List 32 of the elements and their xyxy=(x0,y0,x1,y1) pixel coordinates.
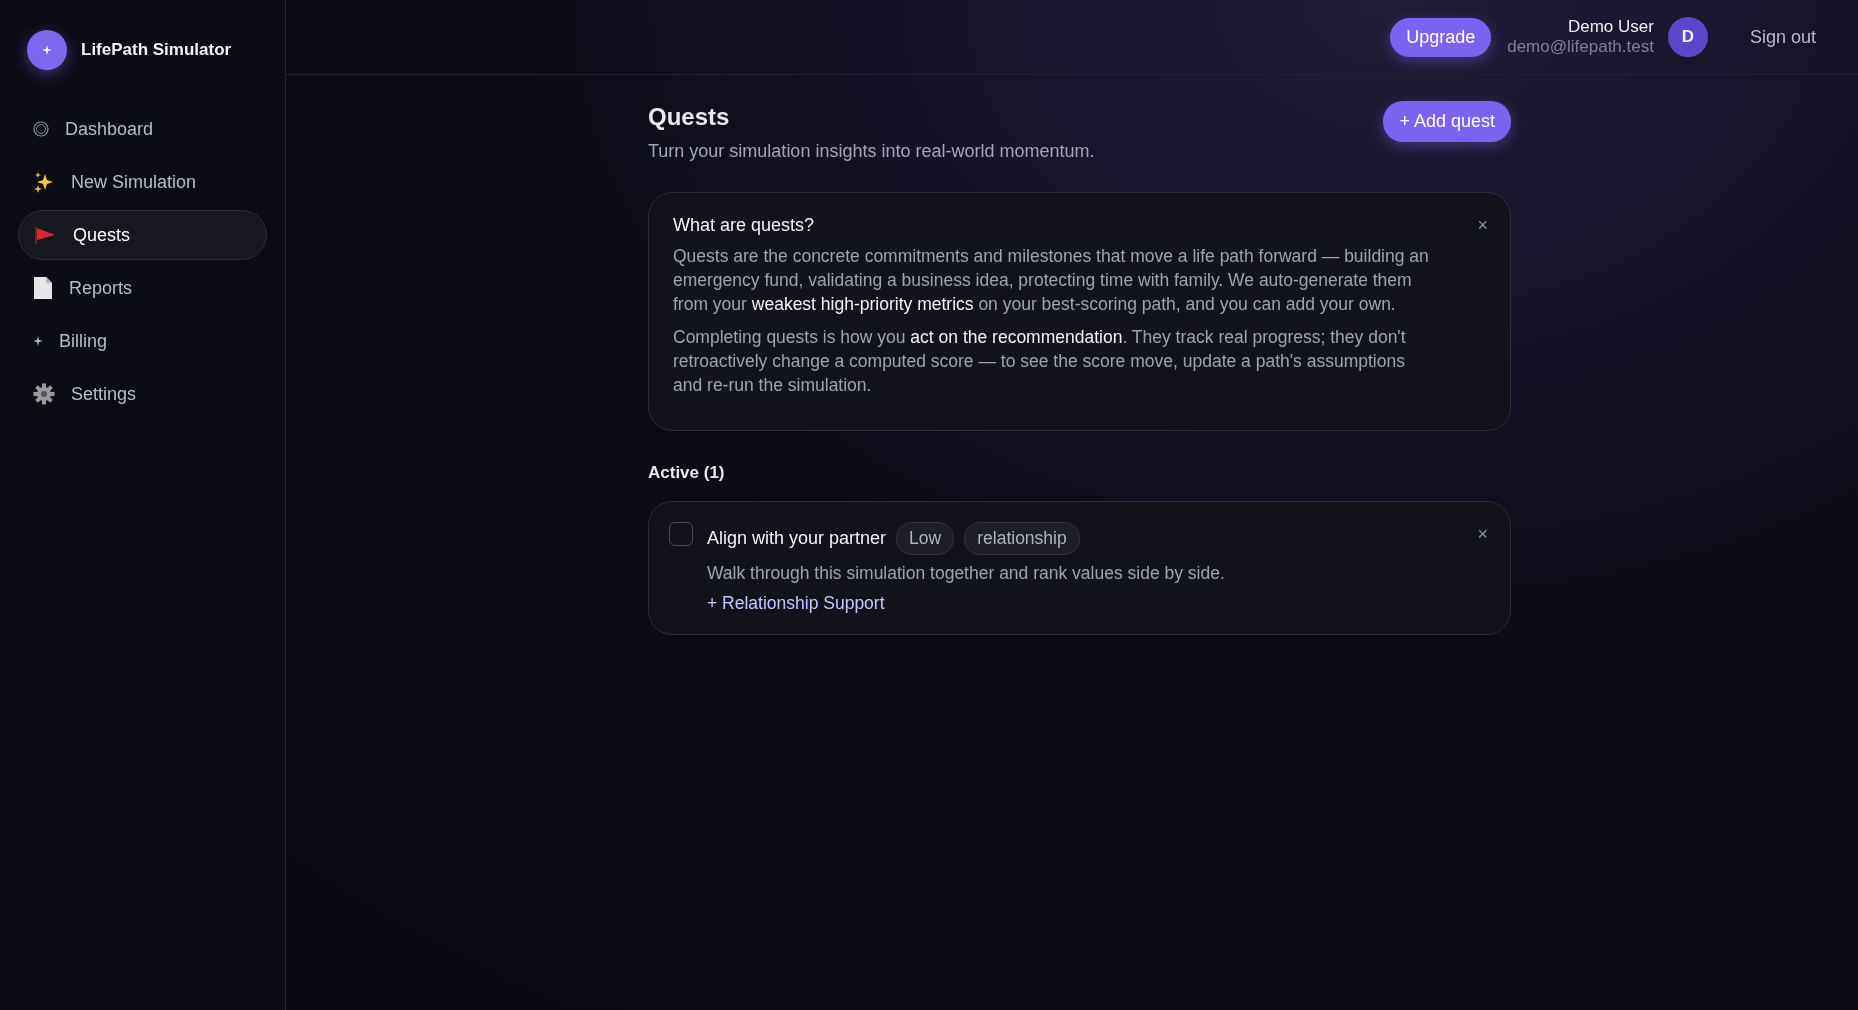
quest-description: Walk through this simulation together and rank values side by side. xyxy=(707,563,1225,584)
circle-icon xyxy=(33,121,49,137)
info-paragraph: Quests are the concrete commitments and milestones that move a life path forward — building an emergency fund, validating a business idea, protecting time with family. We auto-generate them from your weakest high-priority metrics on your best-scoring path, and you can add your own. xyxy=(673,245,1430,316)
sidebar-item[interactable]: Settings xyxy=(18,369,267,419)
user-name: Demo User xyxy=(1567,17,1654,37)
quest-tag: Low xyxy=(896,522,955,555)
document-icon xyxy=(33,276,53,300)
section-heading: Active (1) xyxy=(648,463,726,483)
info-paragraph: Completing quests is how you act on the recommendation. They track real progress; they don't retroactively change a computed score — to see the score move, update a path's assumptions and re-run the simulation. xyxy=(673,326,1407,397)
user-email: demo@lifepath.test xyxy=(1507,37,1654,57)
sign-out-link[interactable]: Sign out xyxy=(1743,25,1822,49)
sidebar-item[interactable]: Dashboard xyxy=(18,104,267,154)
page-subtitle: Turn your simulation insights into real-world momentum. xyxy=(648,141,1095,162)
sidebar-item[interactable]: New Simulation xyxy=(18,157,267,207)
gear-icon xyxy=(33,383,55,405)
sparkles-icon xyxy=(33,171,55,193)
sidebar-item[interactable]: Quests xyxy=(18,210,267,260)
info-title: What are quests? xyxy=(673,215,815,236)
quest-checkbox[interactable] xyxy=(669,522,693,546)
quest-link[interactable]: + Relationship Support xyxy=(707,593,1225,614)
sparkle-icon xyxy=(33,336,43,346)
user-avatar[interactable]: D xyxy=(1667,17,1708,57)
app-logo xyxy=(27,30,67,70)
add-quest-button[interactable]: + Add quest xyxy=(1383,101,1511,142)
app-name: LifePath Simulator xyxy=(81,40,232,60)
page-title: Quests xyxy=(648,103,731,131)
flag-icon xyxy=(33,225,57,245)
quest-title: Align with your partner xyxy=(707,528,887,549)
sidebar-item[interactable]: Reports xyxy=(18,263,267,313)
quest-tag: relationship xyxy=(964,522,1080,555)
sidebar-item[interactable]: Billing xyxy=(18,316,267,366)
upgrade-button[interactable]: Upgrade xyxy=(1390,17,1492,57)
